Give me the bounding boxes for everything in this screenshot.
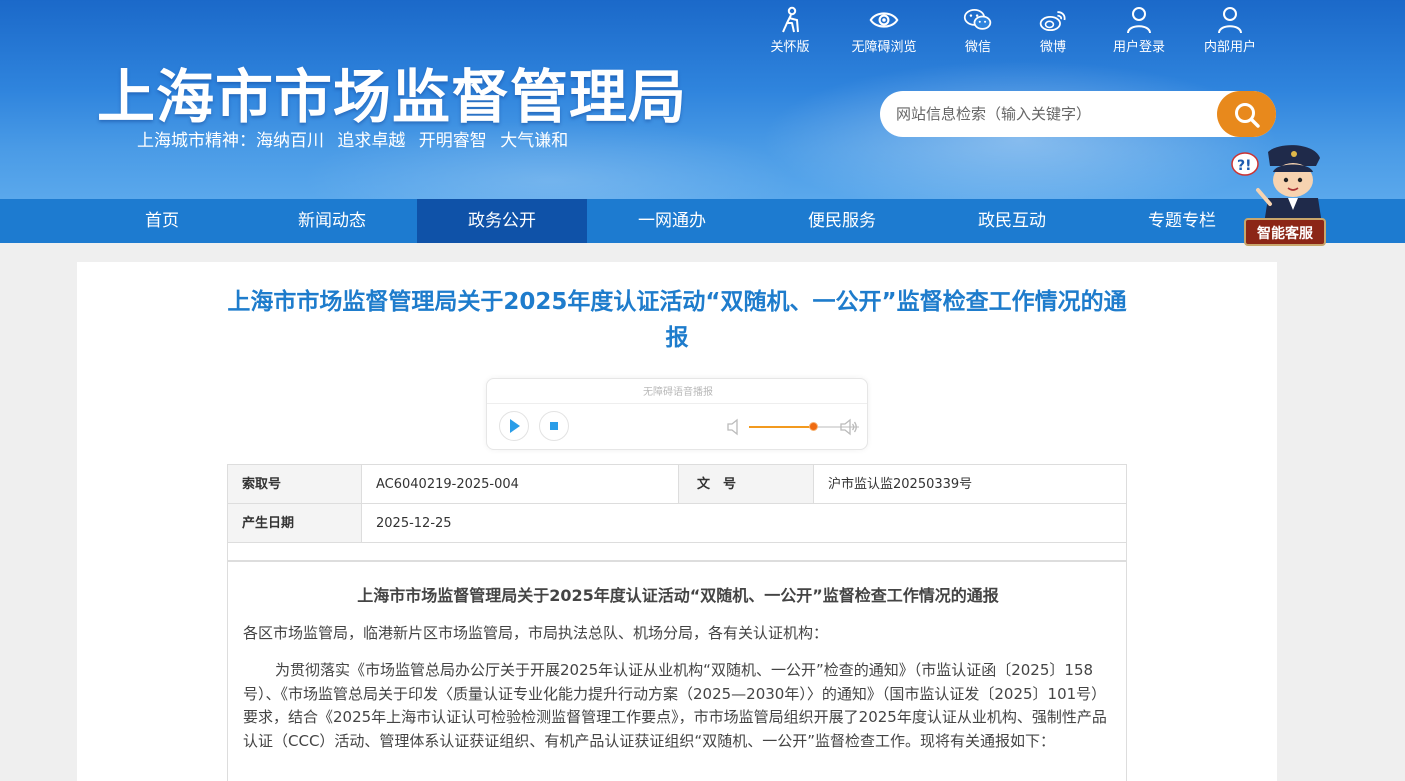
doc-number-value: 沪市监认监20250339号 — [828, 477, 973, 492]
wechat-link[interactable]: 微信 — [938, 6, 1018, 55]
body-title: 上海市市场监督管理局关于2025年度认证活动“双随机、一公开”监督检查工作情况的… — [357, 586, 999, 605]
nav-item-public-services[interactable]: 便民服务 — [757, 199, 927, 243]
volume-high-icon[interactable] — [840, 418, 858, 436]
weibo-label: 微博 — [1039, 40, 1066, 55]
salutation: 各区市场监管局，临港新片区市场监管局，市局执法总队、机场分局，各有关认证机构： — [243, 624, 829, 642]
nav-item-interaction[interactable]: 政民互动 — [927, 199, 1097, 243]
eye-icon — [869, 12, 899, 28]
svg-text:?!: ?! — [1237, 158, 1252, 174]
search-button[interactable] — [1217, 91, 1276, 137]
site-title[interactable]: 上海市市场监督管理局 — [97, 50, 687, 134]
play-button[interactable] — [499, 411, 529, 441]
city-slogan: 上海城市精神：海纳百川 追求卓越 开明睿智 大气谦和 — [137, 131, 569, 151]
index-value: AC6040219-2025-004 — [362, 465, 679, 503]
nav-item-online-services[interactable]: 一网通办 — [587, 199, 757, 243]
metadata-row: 产生日期 2025-12-25 — [228, 504, 1126, 543]
site-header: 上海市市场监督管理局 上海城市精神：海纳百川 追求卓越 开明睿智 大气谦和 关怀… — [0, 0, 1405, 199]
assistant-avatar-icon: ?! — [1231, 145, 1322, 224]
user-login-label: 用户登录 — [1112, 40, 1165, 55]
assistant-label: 智能客服 — [1244, 218, 1326, 246]
search-icon — [1235, 103, 1260, 128]
user-login-link[interactable]: 用户登录 — [1099, 6, 1179, 55]
volume-low-icon[interactable] — [727, 418, 741, 436]
weibo-link[interactable]: 微博 — [1013, 6, 1093, 55]
index-label: 索取号 — [228, 465, 362, 503]
internal-user-label: 内部用户 — [1203, 40, 1256, 55]
search-box — [880, 91, 1276, 137]
metadata-row: 索取号 AC6040219-2025-004 文 号 沪市监认监20250339… — [228, 465, 1126, 504]
player-divider — [487, 403, 867, 404]
article-body: 上海市市场监督管理局关于2025年度认证活动“双随机、一公开”监督检查工作情况的… — [227, 562, 1127, 781]
user-icon — [1127, 7, 1151, 34]
internal-user-link[interactable]: 内部用户 — [1190, 6, 1270, 55]
accessibility-label: 无障碍浏览 — [851, 40, 917, 55]
nav-item-news[interactable]: 新闻动态 — [247, 199, 417, 243]
body-paragraph: 为贯彻落实《市场监管总局办公厅关于开展2025年认证从业机构“双随机、一公开”检… — [243, 661, 1107, 750]
metadata-spacer — [228, 543, 1126, 561]
voice-player: 无障碍语音播报 — [486, 378, 868, 450]
date-value: 2025-12-25 — [376, 516, 452, 531]
stop-icon — [550, 422, 558, 430]
wechat-icon — [963, 8, 992, 30]
article-title: 上海市市场监督管理局关于2025年度认证活动“双随机、一公开”监督检查工作情况的… — [227, 289, 1127, 351]
metadata-table: 索取号 AC6040219-2025-004 文 号 沪市监认监20250339… — [227, 464, 1127, 562]
search-input[interactable] — [880, 91, 1218, 137]
main-nav: 首页 新闻动态 政务公开 一网通办 便民服务 政民互动 专题专栏 — [0, 199, 1405, 243]
play-icon — [510, 419, 520, 433]
date-label: 产生日期 — [228, 504, 362, 542]
volume-knob[interactable] — [809, 422, 818, 431]
wechat-label: 微信 — [964, 40, 991, 55]
content-panel: 上海市市场监督管理局关于2025年度认证活动“双随机、一公开”监督检查工作情况的… — [77, 262, 1277, 781]
doc-number-label: 文 号 — [679, 465, 814, 503]
nav-item-government-affairs[interactable]: 政务公开 — [417, 199, 587, 243]
weibo-icon — [1039, 11, 1066, 32]
user-icon — [1218, 7, 1242, 34]
player-title: 无障碍语音播报 — [643, 387, 713, 398]
nav-item-home[interactable]: 首页 — [77, 199, 247, 243]
smart-assistant[interactable]: ?! 智能客服 — [1228, 142, 1328, 250]
elderly-care-icon — [782, 6, 799, 33]
elderly-care-label: 关怀版 — [770, 40, 810, 55]
accessibility-link[interactable]: 无障碍浏览 — [844, 6, 924, 55]
volume-fill — [749, 426, 813, 428]
elderly-care-link[interactable]: 关怀版 — [750, 6, 830, 55]
stop-button[interactable] — [539, 411, 569, 441]
